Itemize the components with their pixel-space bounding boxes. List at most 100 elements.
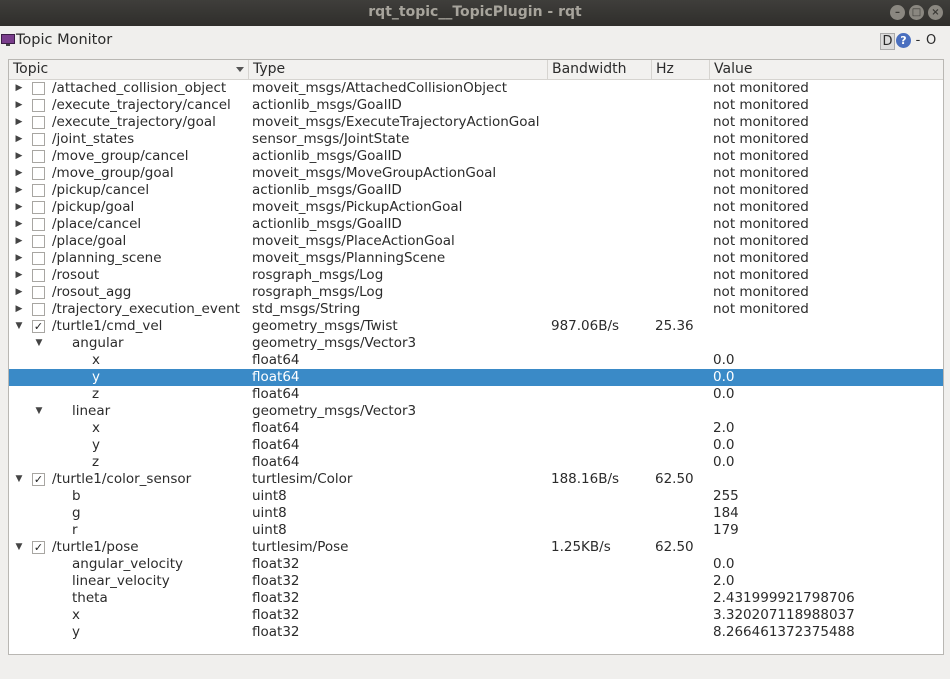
type-cell: float64: [252, 437, 300, 453]
tree-row[interactable]: ▶ /pickup/cancel actionlib_msgs/GoalID not …: [9, 182, 943, 199]
monitor-checkbox[interactable]: [32, 269, 45, 282]
monitor-checkbox[interactable]: [32, 252, 45, 265]
monitor-checkbox[interactable]: ✓: [32, 541, 45, 554]
tree-row[interactable]: z float64 0.0: [9, 386, 943, 403]
type-cell: actionlib_msgs/GoalID: [252, 97, 402, 113]
value-cell: 2.0: [713, 420, 735, 436]
column-header-bandwidth[interactable]: Bandwidth: [548, 60, 652, 79]
value-cell: 0.0: [713, 369, 735, 385]
topic-name: angular: [72, 335, 124, 351]
monitor-checkbox[interactable]: [32, 184, 45, 197]
tree-row[interactable]: ▶ /rosout rosgraph_msgs/Log not monitored: [9, 267, 943, 284]
expand-down-icon[interactable]: ▼: [34, 403, 44, 420]
expand-right-icon[interactable]: ▶: [14, 199, 24, 216]
tree-row[interactable]: ▶ /execute_trajectory/cancel actionlib_msg…: [9, 97, 943, 114]
monitor-checkbox[interactable]: [32, 201, 45, 214]
minimize-icon[interactable]: –: [890, 5, 905, 20]
expand-right-icon[interactable]: ▶: [14, 284, 24, 301]
dock-button[interactable]: D: [880, 33, 895, 50]
tree-row[interactable]: ▼ ✓ /turtle1/cmd_vel geometry_msgs/Twist 987…: [9, 318, 943, 335]
expand-right-icon[interactable]: ▶: [14, 131, 24, 148]
tree-row[interactable]: x float64 0.0: [9, 352, 943, 369]
tree-row[interactable]: x float64 2.0: [9, 420, 943, 437]
topic-name: /planning_scene: [52, 250, 162, 266]
tree-row[interactable]: x float32 3.320207118988037: [9, 607, 943, 624]
tree-row[interactable]: z float64 0.0: [9, 454, 943, 471]
type-cell: std_msgs/String: [252, 301, 361, 317]
tree-row[interactable]: ▶ /execute_trajectory/goal moveit_msgs/Exe…: [9, 114, 943, 131]
tree-row[interactable]: r uint8 179: [9, 522, 943, 539]
expand-right-icon[interactable]: ▶: [14, 97, 24, 114]
tree-row[interactable]: theta float32 2.431999921798706: [9, 590, 943, 607]
tree-row[interactable]: y float64 0.0: [9, 369, 943, 386]
tree-row[interactable]: ▼ linear geometry_msgs/Vector3: [9, 403, 943, 420]
tree-row[interactable]: ▶ /rosout_agg rosgraph_msgs/Log not monitor…: [9, 284, 943, 301]
expand-right-icon[interactable]: ▶: [14, 301, 24, 318]
maximize-icon[interactable]: □: [909, 5, 924, 20]
help-icon[interactable]: ?: [896, 33, 911, 48]
monitor-checkbox[interactable]: [32, 235, 45, 248]
expand-right-icon[interactable]: ▶: [14, 80, 24, 97]
monitor-checkbox[interactable]: [32, 133, 45, 146]
tree-row[interactable]: y float32 8.266461372375488: [9, 624, 943, 641]
expand-right-icon[interactable]: ▶: [14, 182, 24, 199]
topic-name: /turtle1/cmd_vel: [52, 318, 163, 334]
tree-row[interactable]: linear_velocity float32 2.0: [9, 573, 943, 590]
topic-name: theta: [72, 590, 108, 606]
expand-right-icon[interactable]: ▶: [14, 165, 24, 182]
topic-tree[interactable]: Topic Type Bandwidth Hz Value ▶ /attached…: [8, 59, 944, 655]
tree-row[interactable]: ▶ /move_group/cancel actionlib_msgs/GoalID…: [9, 148, 943, 165]
tree-row[interactable]: ▶ /place/cancel actionlib_msgs/GoalID not m…: [9, 216, 943, 233]
tree-row[interactable]: g uint8 184: [9, 505, 943, 522]
monitor-checkbox[interactable]: [32, 167, 45, 180]
tree-row[interactable]: ▶ /trajectory_execution_event std_msgs/Str…: [9, 301, 943, 318]
monitor-checkbox[interactable]: [32, 82, 45, 95]
column-header-value[interactable]: Value: [710, 60, 943, 79]
column-header-type[interactable]: Type: [249, 60, 548, 79]
value-cell: 0.0: [713, 454, 735, 470]
monitor-checkbox[interactable]: [32, 303, 45, 316]
monitor-checkbox[interactable]: [32, 218, 45, 231]
monitor-checkbox[interactable]: [32, 150, 45, 163]
tree-row[interactable]: angular_velocity float32 0.0: [9, 556, 943, 573]
tree-row[interactable]: ▶ /place/goal moveit_msgs/PlaceActionGoal n…: [9, 233, 943, 250]
tree-row[interactable]: ▶ /planning_scene moveit_msgs/PlanningScen…: [9, 250, 943, 267]
monitor-checkbox[interactable]: [32, 99, 45, 112]
minimize-plugin-button[interactable]: -: [913, 33, 923, 48]
plugin-header: Topic Monitor D ? - O: [0, 27, 950, 55]
plugin-title: Topic Monitor: [16, 32, 113, 48]
expand-right-icon[interactable]: ▶: [14, 216, 24, 233]
tree-row[interactable]: ▼ ✓ /turtle1/pose turtlesim/Pose 1.25KB/s 62.…: [9, 539, 943, 556]
column-header-topic[interactable]: Topic: [9, 60, 249, 79]
column-header-hz[interactable]: Hz: [652, 60, 710, 79]
tree-row[interactable]: y float64 0.0: [9, 437, 943, 454]
expand-down-icon[interactable]: ▼: [14, 318, 24, 335]
tree-row[interactable]: ▼ ✓ /turtle1/color_sensor turtlesim/Color 18…: [9, 471, 943, 488]
tree-row[interactable]: ▼ angular geometry_msgs/Vector3: [9, 335, 943, 352]
monitor-checkbox[interactable]: ✓: [32, 473, 45, 486]
expand-right-icon[interactable]: ▶: [14, 148, 24, 165]
expand-down-icon[interactable]: ▼: [14, 471, 24, 488]
topic-name: g: [72, 505, 81, 521]
monitor-checkbox[interactable]: ✓: [32, 320, 45, 333]
tree-row[interactable]: b uint8 255: [9, 488, 943, 505]
expand-right-icon[interactable]: ▶: [14, 250, 24, 267]
monitor-checkbox[interactable]: [32, 286, 45, 299]
expand-right-icon[interactable]: ▶: [14, 114, 24, 131]
tree-row[interactable]: ▶ /pickup/goal moveit_msgs/PickupActionGoa…: [9, 199, 943, 216]
topic-name: angular_velocity: [72, 556, 184, 572]
type-cell: geometry_msgs/Twist: [252, 318, 398, 334]
value-cell: 179: [713, 522, 739, 538]
tree-row[interactable]: ▶ /attached_collision_object moveit_msgs/A…: [9, 80, 943, 97]
expand-right-icon[interactable]: ▶: [14, 267, 24, 284]
monitor-checkbox[interactable]: [32, 116, 45, 129]
type-cell: uint8: [252, 522, 287, 538]
close-icon[interactable]: ×: [928, 5, 943, 20]
expand-down-icon[interactable]: ▼: [34, 335, 44, 352]
close-plugin-button[interactable]: O: [926, 33, 950, 48]
tree-row[interactable]: ▶ /joint_states sensor_msgs/JointState not …: [9, 131, 943, 148]
type-cell: float64: [252, 369, 300, 385]
expand-right-icon[interactable]: ▶: [14, 233, 24, 250]
expand-down-icon[interactable]: ▼: [14, 539, 24, 556]
tree-row[interactable]: ▶ /move_group/goal moveit_msgs/MoveGroupAc…: [9, 165, 943, 182]
